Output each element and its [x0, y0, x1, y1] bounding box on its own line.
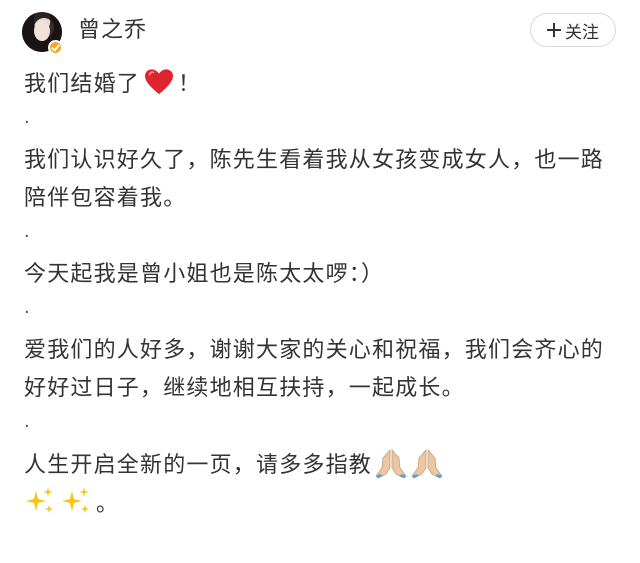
separator-dot: · — [24, 226, 30, 247]
sparkles-icon — [24, 485, 56, 517]
post-line-6-end: 。 — [96, 492, 120, 517]
sparkles-icon — [60, 485, 92, 517]
follow-button[interactable]: 关注 — [530, 13, 616, 47]
post-line-1-text: 我们结婚了 — [24, 72, 141, 97]
avatar-face — [34, 21, 50, 41]
post-line-3: 今天起我是曾小姐也是陈太太啰：） — [24, 262, 385, 287]
separator-dot: · — [24, 302, 30, 323]
plus-icon — [547, 23, 561, 37]
post-line-1: 我们结婚了 ！ — [24, 66, 620, 104]
post-line-6: 。 — [24, 485, 620, 524]
username[interactable]: 曾之乔 — [78, 16, 147, 46]
follow-button-label: 关注 — [565, 22, 599, 43]
post-line-2: 我们认识好久了，陈先生看着我从女孩变成女人，也一路陪伴包容着我。 — [24, 148, 605, 211]
separator-dot: · — [24, 112, 30, 133]
verified-badge-icon — [48, 40, 63, 55]
post-header: 曾之乔 关注 — [0, 0, 640, 64]
folded-hands-icon — [374, 446, 408, 480]
separator-dot: · — [24, 416, 30, 437]
post-line-5-text: 人生开启全新的一页，请多多指教 — [24, 453, 373, 478]
post-line-1-end: ！ — [178, 72, 202, 97]
post-line-5: 人生开启全新的一页，请多多指教 — [24, 446, 620, 485]
folded-hands-icon — [410, 446, 444, 480]
weibo-post: 曾之乔 关注 我们结婚了 ！ · 我们认识好久了，陈先生看着我从女孩变成女人，也一… — [0, 0, 640, 563]
post-content: 我们结婚了 ！ · 我们认识好久了，陈先生看着我从女孩变成女人，也一路陪伴包容着我… — [24, 66, 620, 524]
post-line-4: 爱我们的人好多，谢谢大家的关心和祝福，我们会齐心的好好过日子，继续地相互扶持，一… — [24, 338, 605, 401]
red-heart-icon — [144, 68, 174, 96]
